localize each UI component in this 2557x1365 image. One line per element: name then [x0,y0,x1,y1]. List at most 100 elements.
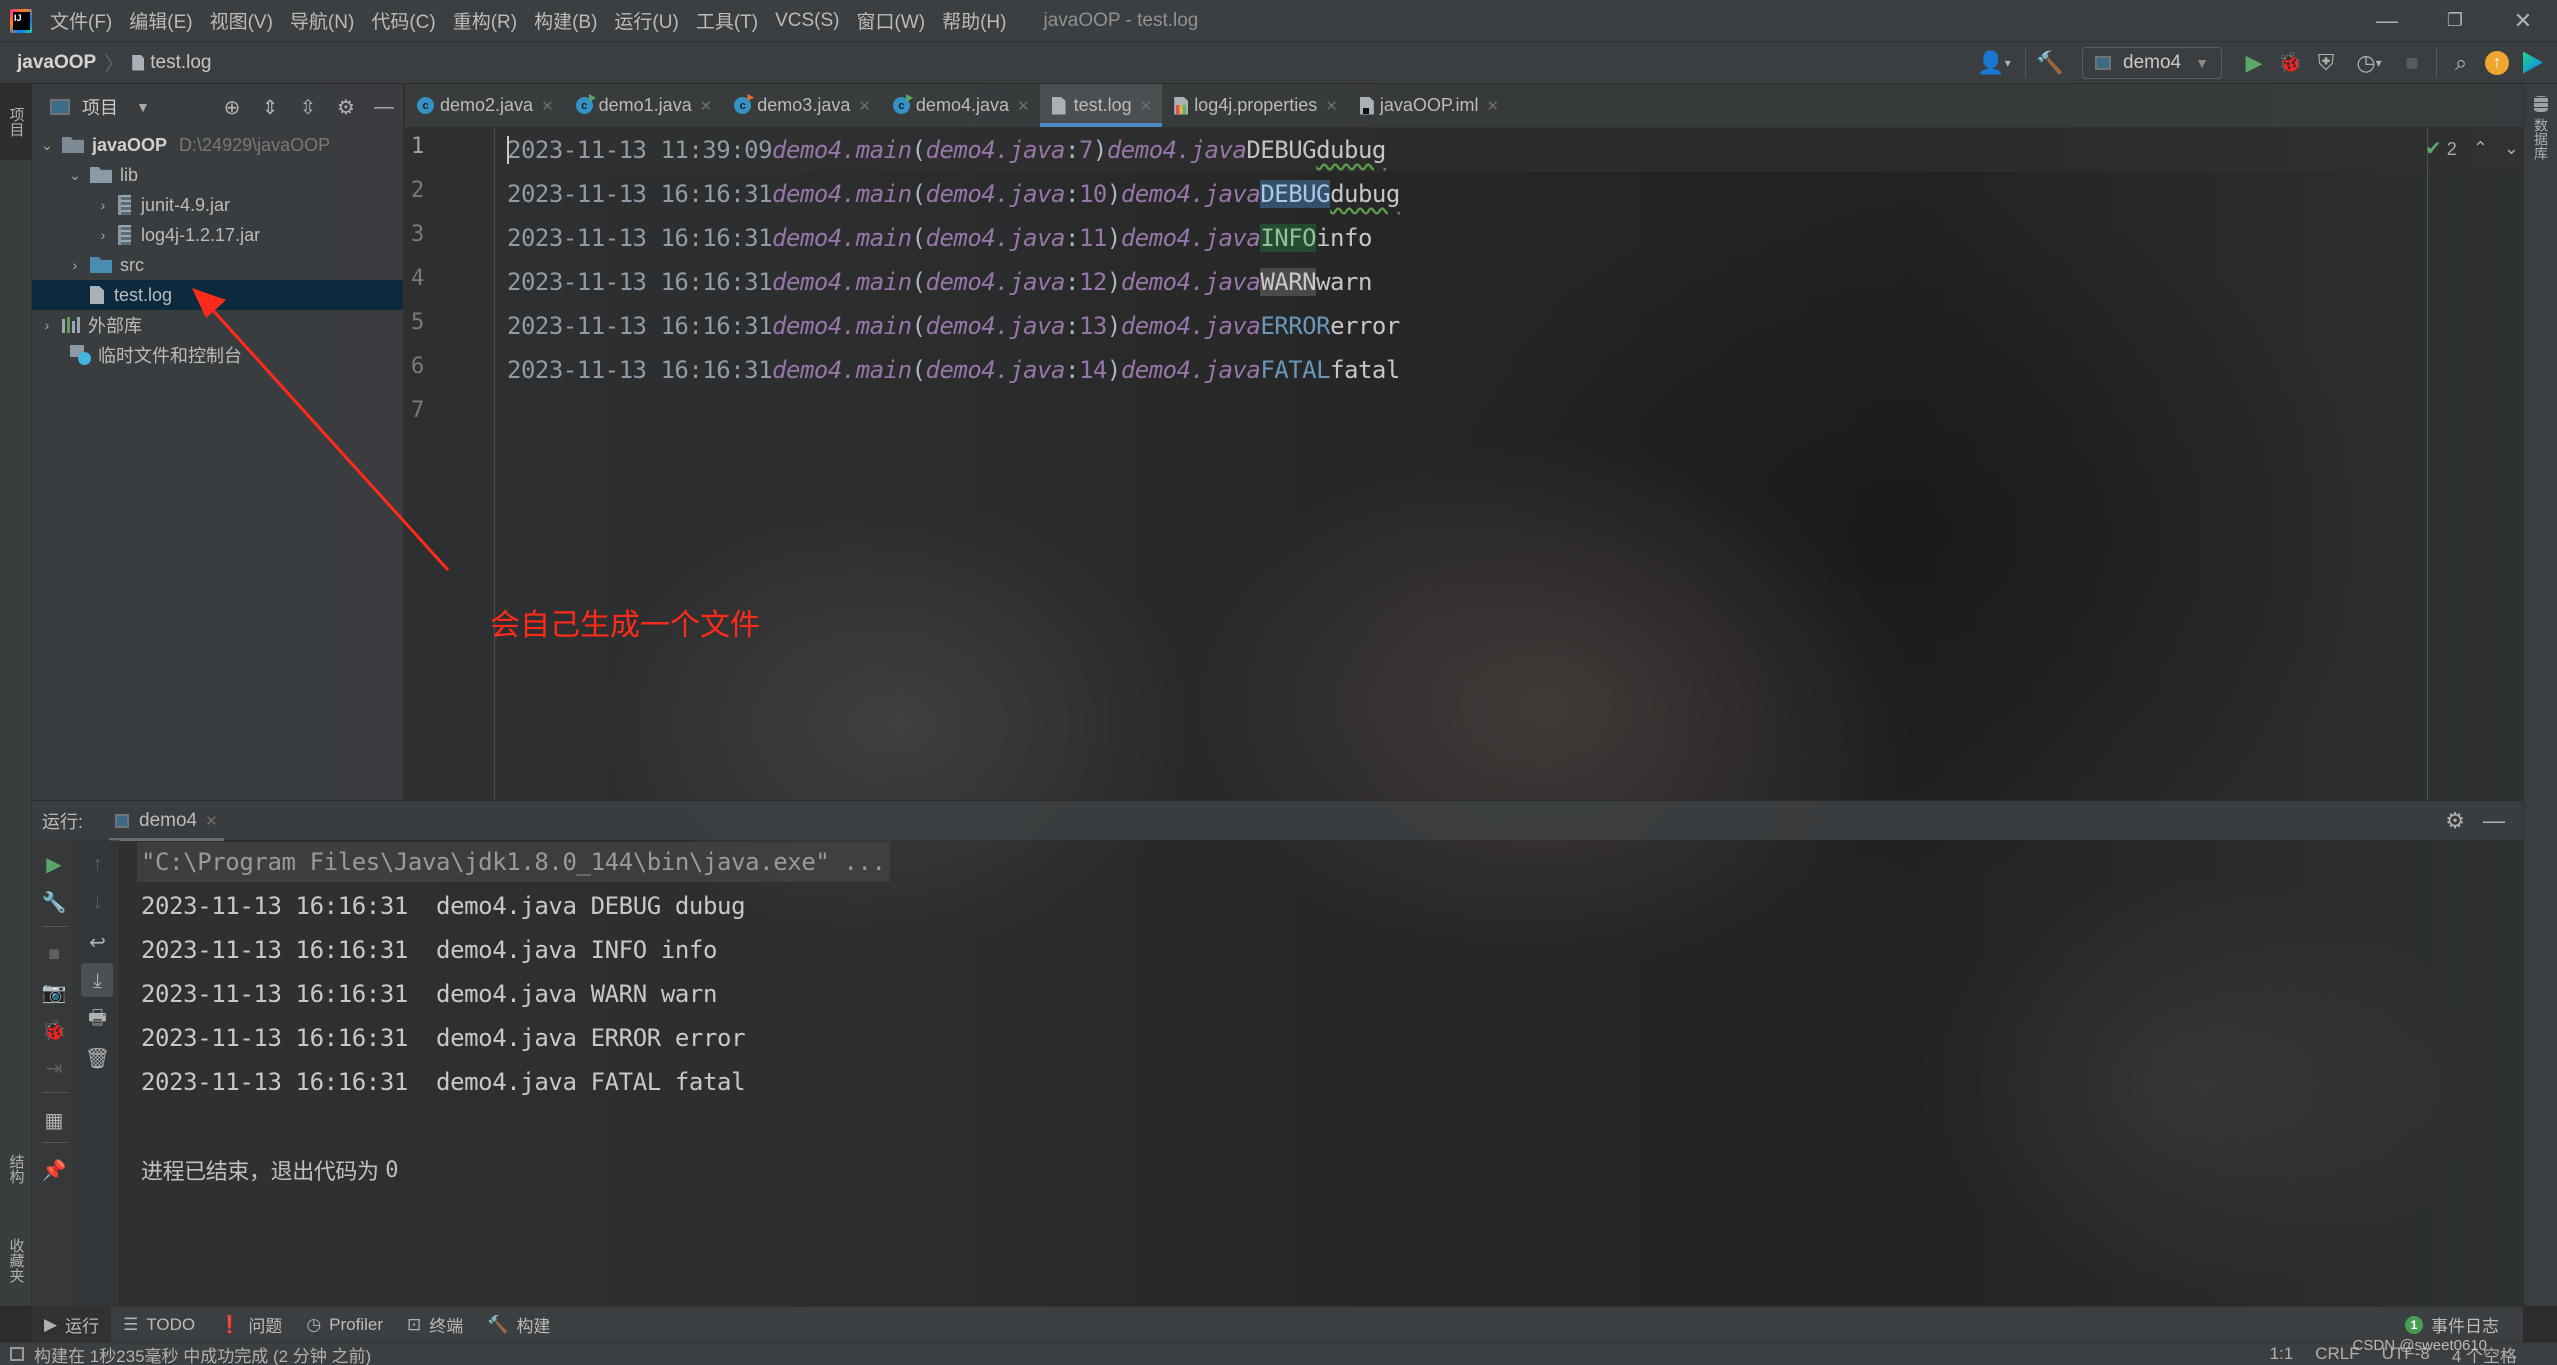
project-tool-tab[interactable]: 项目 [0,84,32,160]
print-icon[interactable]: 🖶 [77,1002,118,1038]
menu-edit[interactable]: 编辑(E) [129,7,192,34]
chevron-right-icon[interactable]: › [66,257,84,273]
close-tab-icon[interactable]: ✕ [1017,97,1030,115]
tool-tab-run[interactable]: ▶ 运行 [32,1306,112,1343]
hide-panel-icon[interactable]: — [2483,808,2505,834]
stop-icon[interactable]: ■ [32,936,76,972]
close-tab-icon[interactable]: ✕ [1325,97,1338,115]
status-message[interactable]: 构建在 1秒235毫秒 中成功完成 (2 分钟 之前) [34,1342,371,1365]
tab-log4j-properties[interactable]: log4j.properties ✕ [1162,84,1348,127]
project-panel-title[interactable]: 项目 [82,94,118,120]
tool-tab-profiler[interactable]: ◷ Profiler [294,1307,395,1343]
coverage-icon[interactable]: ⛨ [2308,45,2344,81]
tab-javaoop-iml[interactable]: javaOOP.iml ✕ [1348,84,1509,127]
menu-window[interactable]: 窗口(W) [856,7,925,34]
structure-tool-tab[interactable]: 结构 [0,1124,32,1214]
collapse-all-icon[interactable]: ⇳ [289,89,327,125]
menu-tools[interactable]: 工具(T) [696,7,758,34]
menu-build[interactable]: 构建(B) [534,7,597,34]
gear-icon[interactable]: ⚙ [327,89,365,125]
minimize-button[interactable]: — [2353,0,2421,42]
tree-item-lib[interactable]: ⌄ lib [32,160,403,190]
menu-navigate[interactable]: 导航(N) [290,7,354,34]
tab-demo1-java[interactable]: c demo1.java ✕ [564,84,723,127]
event-log-button[interactable]: 1 事件日志 [2405,1312,2499,1337]
breadcrumb-file[interactable]: test.log [132,52,211,74]
run-console[interactable]: "C:\Program Files\Java\jdk1.8.0_144\bin\… [119,840,2523,1306]
tree-item-javaoop[interactable]: ⌄ javaOOP D:\24929\javaOOP [32,130,403,160]
pin-icon[interactable]: 📌 [32,1152,76,1188]
search-icon[interactable]: ⌕ [2443,45,2479,81]
wrench-icon[interactable]: 🔧 [32,884,76,920]
stop-icon[interactable]: ■ [2394,45,2430,81]
build-hammer-icon[interactable]: 🔨 [2032,45,2068,81]
trash-icon[interactable]: 🗑 [77,1040,118,1076]
run-icon[interactable]: ▶ [2236,45,2272,81]
caret-position[interactable]: 1:1 [2270,1344,2294,1364]
arrow-up-icon[interactable]: ↑ [77,846,118,882]
close-tab-icon[interactable]: ✕ [700,97,713,115]
previous-highlight-icon[interactable]: ⌃ [2473,138,2488,159]
chevron-right-icon[interactable]: › [38,317,56,333]
tool-tab-todo[interactable]: ☰ TODO [111,1307,207,1343]
restore-button[interactable]: ❐ [2421,0,2489,42]
menu-code[interactable]: 代码(C) [371,7,435,34]
close-tab-icon[interactable]: ✕ [1140,97,1153,115]
editor-area[interactable]: 1 2 3 4 5 6 7 2023-11-13 11:39:09 demo4.… [405,128,2523,800]
tool-tab-build[interactable]: 🔨 构建 [475,1307,562,1343]
menu-refactor[interactable]: 重构(R) [453,7,517,34]
toolbox-icon[interactable] [2515,45,2551,81]
chevron-right-icon[interactable]: › [94,197,112,213]
menu-help[interactable]: 帮助(H) [942,7,1006,34]
close-tab-icon[interactable]: ✕ [1487,97,1500,115]
menu-vcs[interactable]: VCS(S) [775,10,839,32]
chevron-down-icon[interactable]: ▼ [136,99,150,115]
menu-file[interactable]: 文件(F) [50,7,112,34]
run-tab-demo4[interactable]: demo4 ✕ [109,801,224,841]
tab-demo2-java[interactable]: c demo2.java ✕ [405,84,564,127]
line-number-gutter[interactable]: 1 2 3 4 5 6 7 [405,128,495,800]
tree-item-log4j-jar[interactable]: › log4j-1.2.17.jar [32,220,403,250]
gear-icon[interactable]: ⚙ [2445,808,2465,834]
close-window-button[interactable]: ✕ [2489,0,2557,42]
tab-test-log[interactable]: test.log ✕ [1039,84,1163,127]
next-highlight-icon[interactable]: ⌄ [2504,138,2519,159]
arrow-down-icon[interactable]: ↓ [77,884,118,920]
close-tab-icon[interactable]: ✕ [541,97,554,115]
tree-item-scratches[interactable]: 临时文件和控制台 [32,340,403,370]
tree-item-test-log[interactable]: test.log [32,280,403,310]
camera-icon[interactable]: 📷 [32,974,76,1010]
login-icon[interactable]: ⇥ [32,1050,76,1086]
update-icon[interactable]: ↑ [2479,45,2515,81]
menu-run[interactable]: 运行(U) [614,7,678,34]
menu-view[interactable]: 视图(V) [210,7,273,34]
rerun-icon[interactable]: ▶ [32,846,76,882]
tool-tab-problems[interactable]: ❗ 问题 [207,1307,294,1343]
tree-item-src[interactable]: › src [32,250,403,280]
locate-target-icon[interactable]: ⊕ [213,89,251,125]
database-tool-tab[interactable]: 数据库 [2524,84,2557,194]
inspection-widget[interactable]: ✔ 2 ⌃ ⌄ [2425,136,2519,161]
close-tab-icon[interactable]: ✕ [858,97,871,115]
tab-demo3-java[interactable]: c demo3.java ✕ [722,84,881,127]
close-tab-icon[interactable]: ✕ [205,812,218,830]
hide-panel-icon[interactable]: — [365,89,403,125]
tool-tab-terminal[interactable]: ⊡ 终端 [395,1307,475,1343]
favorites-tool-tab[interactable]: 收藏夹 [0,1214,32,1306]
scroll-to-end-icon[interactable]: ⤓ [77,963,118,999]
chevron-right-icon[interactable]: › [94,227,112,243]
tree-item-junit-jar[interactable]: › junit-4.9.jar [32,190,403,220]
profile-icon[interactable]: ◷ ▾ [2344,45,2394,81]
layout-icon[interactable]: ▦ [32,1102,76,1138]
soft-wrap-icon[interactable]: ↩ [77,924,118,960]
breadcrumb-project[interactable]: javaOOP [17,52,96,74]
tree-item-external-libraries[interactable]: › 外部库 [32,310,403,340]
run-config-selector[interactable]: demo4 ▼ [2082,46,2222,79]
expand-all-icon[interactable]: ⇕ [251,89,289,125]
debug-icon[interactable]: 🐞 [2272,45,2308,81]
user-icon[interactable]: 👤 ▾ [1969,45,2019,81]
toggle-tool-windows-icon[interactable] [10,1347,24,1361]
tab-demo4-java[interactable]: c demo4.java ✕ [881,84,1040,127]
chevron-down-icon[interactable]: ⌄ [66,167,84,184]
debug-icon[interactable]: 🐞 [32,1012,76,1048]
